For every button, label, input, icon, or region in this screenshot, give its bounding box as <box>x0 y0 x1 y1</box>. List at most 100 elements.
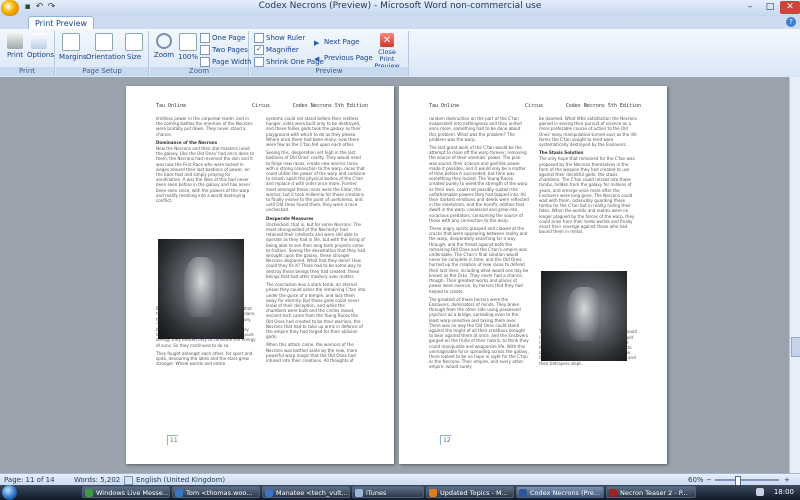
close-window-button[interactable]: ✕ <box>780 1 800 14</box>
paragraph: systems could not stand before their res… <box>266 116 361 148</box>
two-pages-label: Two Pages <box>212 46 248 54</box>
tray-icon[interactable] <box>756 488 764 496</box>
taskbar-item[interactable]: Manatee <tech_vult... <box>262 486 350 498</box>
options-icon <box>31 33 47 49</box>
next-page-button[interactable]: ▶ Next Page <box>314 37 359 48</box>
taskbar-item[interactable]: Tom <thomas.woo... <box>172 486 260 498</box>
maximize-button[interactable]: □ <box>760 1 780 14</box>
group-label-zoom: Zoom <box>150 67 248 76</box>
magnifier-checkbox[interactable]: ✓ Magnifier <box>254 45 299 56</box>
taskbar-item-label: Necron Teaser 2 - P... <box>620 489 688 497</box>
start-button[interactable] <box>2 485 17 500</box>
magnifier-check-icon: ✓ <box>254 45 264 55</box>
taskbar-item-label: Codex Necrons (Pre... <box>530 489 601 497</box>
print-button-label: Print <box>6 51 24 59</box>
zoom-100-button[interactable]: 100% <box>176 33 200 65</box>
next-page-icon: ▶ <box>314 39 320 47</box>
orientation-button[interactable]: Orientation <box>86 33 126 65</box>
zoom-in-button[interactable]: + <box>784 476 790 484</box>
taskbar-item-label: Updated Topics - M... <box>440 489 508 497</box>
help-icon[interactable]: ? <box>786 17 796 27</box>
group-page-setup: Margins Orientation Size Page Setup <box>56 31 149 76</box>
app-icon <box>175 489 183 497</box>
page-header: Tau Online Circus Codex Necrons 5th Edit… <box>156 103 368 111</box>
minimize-button[interactable]: – <box>740 1 760 14</box>
previous-page-button[interactable]: ◀ Previous Page <box>314 53 373 64</box>
app-icon <box>609 489 617 497</box>
section-heading: Desperate Measures <box>266 215 314 221</box>
size-button[interactable]: Size <box>124 33 144 65</box>
options-button[interactable]: Options <box>27 33 55 65</box>
group-print: Print Options Print <box>0 31 55 76</box>
orientation-label: Orientation <box>86 53 126 61</box>
magnifier-icon <box>156 33 172 49</box>
clock[interactable]: 18:00 <box>774 486 794 498</box>
paragraph: random destruction on the part of the C'… <box>429 116 522 142</box>
language-status[interactable]: English (United Kingdom) <box>136 476 225 484</box>
preview-workspace[interactable] <box>0 77 790 473</box>
taskbar-item[interactable]: Windows Live Messe... <box>82 486 170 498</box>
paragraph: The only hope that remained for the C'ta… <box>539 156 635 235</box>
paragraph: These angry spirits grasped and clawed a… <box>429 226 529 294</box>
magnifier-label: Magnifier <box>266 46 299 54</box>
app-icon <box>519 489 527 497</box>
header-right: Codex Necrons 5th Edition <box>565 103 641 109</box>
group-label-preview: Preview <box>250 67 408 76</box>
zoom-out-button[interactable]: − <box>706 476 712 484</box>
one-page-icon <box>200 33 210 43</box>
zoom-100-label: 100% <box>177 53 198 61</box>
print-button[interactable]: Print <box>3 33 27 65</box>
margins-button[interactable]: Margins <box>59 33 87 65</box>
one-page-label: One Page <box>212 34 246 42</box>
group-zoom: Zoom 100% One Page Two Pages Page Width … <box>150 31 252 76</box>
paragraph: Now the Necrons and their star-masters r… <box>156 146 255 204</box>
ribbon-tab-row: Print Preview ? <box>0 16 800 30</box>
shrink-icon <box>254 57 264 67</box>
taskbar-item-active[interactable]: Codex Necrons (Pre... <box>516 486 604 498</box>
window-title: Codex Necrons (Preview) - Microsoft Word… <box>258 1 542 11</box>
show-ruler-checkbox[interactable]: Show Ruler <box>254 33 305 44</box>
app-icon <box>265 489 273 497</box>
close-print-preview-button[interactable]: ✕ Close Print Preview <box>370 33 404 70</box>
two-pages-button[interactable]: Two Pages <box>200 45 248 56</box>
taskbar-item[interactable]: iTunes <box>352 486 424 498</box>
zoom-button[interactable]: Zoom <box>152 33 176 65</box>
paragraph: The greatest of these horrors were the E… <box>429 296 529 370</box>
taskbar-item-label: Tom <thomas.woo... <box>186 489 253 497</box>
taskbar: Windows Live Messe... Tom <thomas.woo...… <box>0 485 800 500</box>
one-page-button[interactable]: One Page <box>200 33 245 44</box>
size-label: Size <box>126 53 142 61</box>
taskbar-item[interactable]: Updated Topics - M... <box>426 486 514 498</box>
page-number: 12 <box>440 435 451 445</box>
page-12[interactable]: Tau Online Circus Codex Necrons 5th Edit… <box>399 86 667 464</box>
column-right: systems could not stand before their res… <box>266 116 366 366</box>
close-preview-icon: ✕ <box>380 33 394 47</box>
necron-lord-image <box>541 271 627 361</box>
app-icon <box>85 489 93 497</box>
paragraph: The conclusion was a stark tomb, an eter… <box>266 282 366 340</box>
paragraph: limitless power in the corporeal realm, … <box>156 116 253 137</box>
vertical-scrollbar[interactable] <box>789 77 800 473</box>
zoom-level[interactable]: 60% <box>688 476 704 484</box>
proofing-icon[interactable] <box>124 476 133 485</box>
options-button-label: Options <box>27 51 55 59</box>
group-preview: Show Ruler ✓ Magnifier Shrink One Page ▶ N… <box>250 31 409 76</box>
taskbar-item-label: iTunes <box>366 489 387 497</box>
taskbar-item-label: Manatee <tech_vult... <box>276 489 348 497</box>
zoom-slider[interactable] <box>715 476 779 486</box>
paragraph: When this attack came, the warriors of t… <box>266 342 358 363</box>
group-label-print: Print <box>0 67 54 76</box>
taskbar-item[interactable]: Necron Teaser 2 - P... <box>606 486 696 498</box>
paragraph: be doomed. What little satisfaction the … <box>539 116 637 148</box>
margins-label: Margins <box>59 53 87 61</box>
previous-page-label: Previous Page <box>324 54 373 62</box>
tab-print-preview[interactable]: Print Preview <box>28 16 95 30</box>
taskbar-item-label: Windows Live Messe... <box>96 489 169 497</box>
scroll-thumb[interactable] <box>791 337 800 357</box>
orientation-icon <box>95 33 113 51</box>
page-11[interactable]: Tau Online Circus Codex Necrons 5th Edit… <box>126 86 394 464</box>
section-heading: Dominance of the Necrons <box>156 139 218 145</box>
header-left: Tau Online <box>156 103 187 109</box>
page-count-status[interactable]: Page: 11 of 14 <box>4 476 55 484</box>
word-count-status[interactable]: Words: 5,202 <box>74 476 120 484</box>
